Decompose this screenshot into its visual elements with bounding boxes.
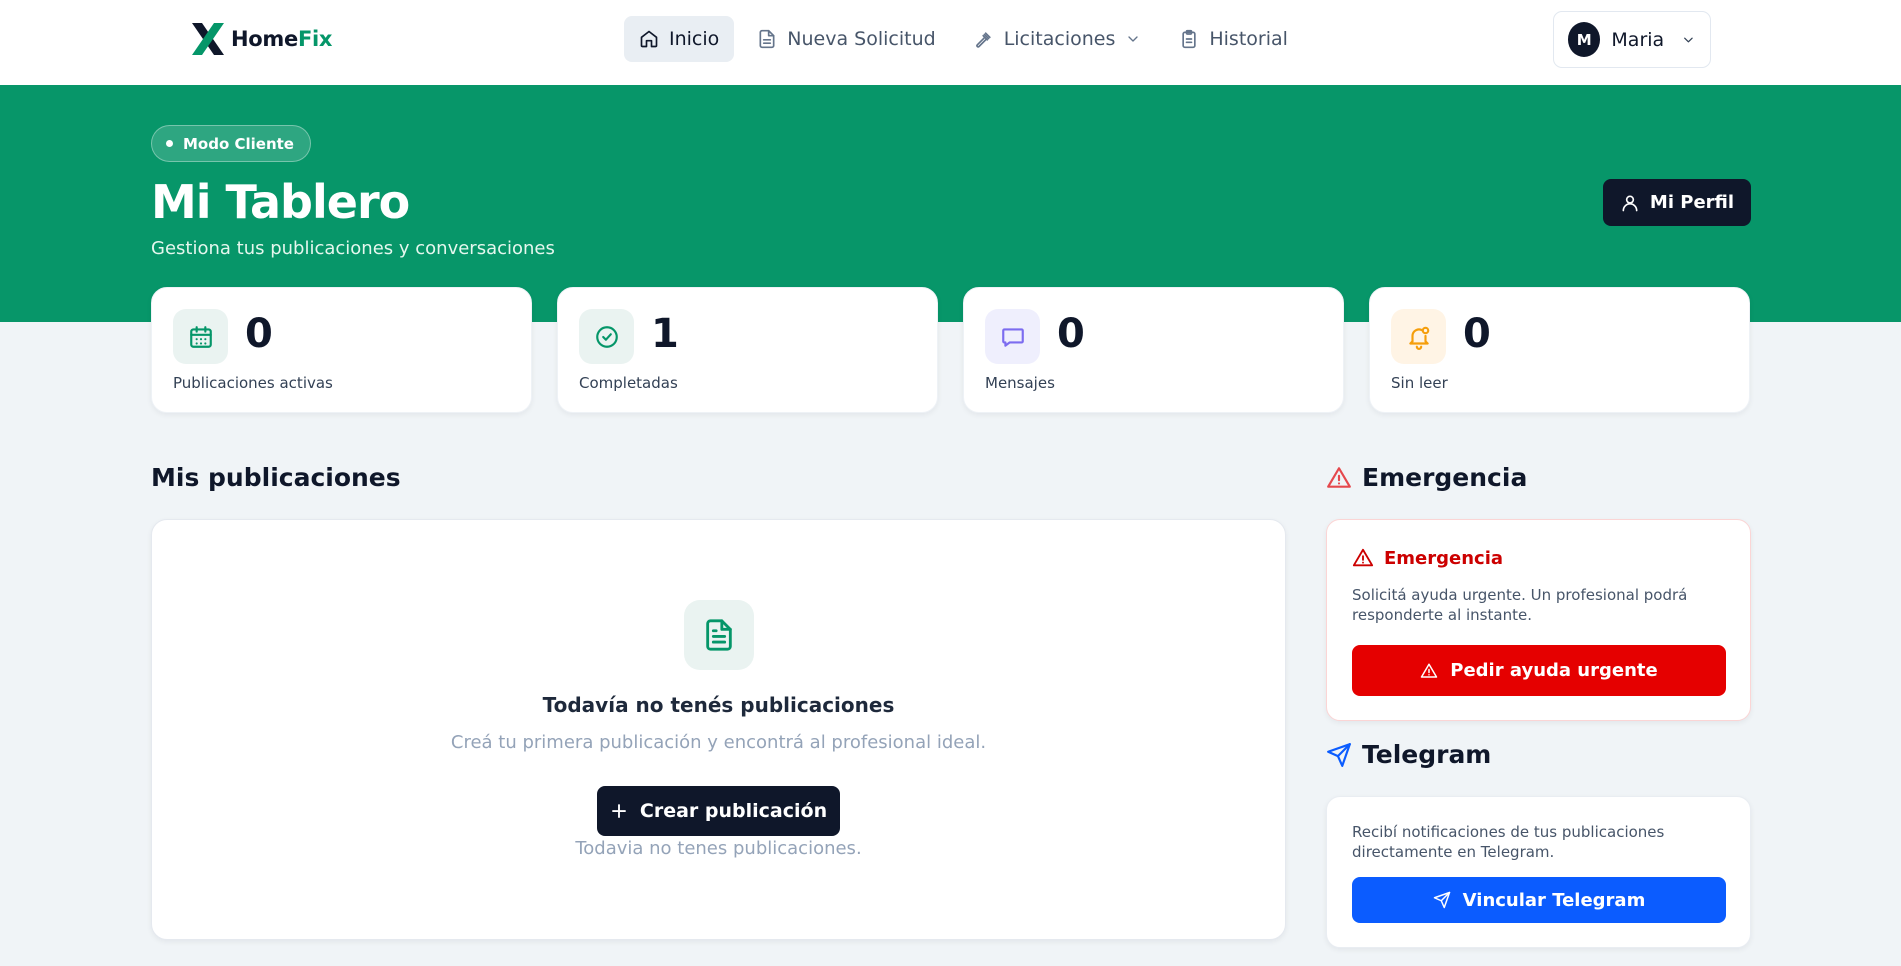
empty-state-note: Todavia no tenes publicaciones. [575,838,862,859]
page-title: Mi Tablero [151,175,410,229]
stat-card-completed: 1 Completadas [557,287,938,413]
avatar: M [1568,22,1601,57]
warning-icon [1352,548,1374,567]
logo-x-icon [192,23,224,55]
user-menu-button[interactable]: M Maria [1553,11,1711,68]
nav-item-inicio[interactable]: Inicio [624,16,735,62]
plus-icon [611,804,626,818]
telegram-section-title: Telegram [1326,740,1491,769]
user-icon [1622,195,1638,211]
main-nav: Inicio Nueva Solicitud Licitaciones Hist… [624,16,1303,62]
homefix-logo[interactable]: HomeFix [189,20,332,58]
bell-icon [1408,326,1429,350]
dot-icon [166,140,173,147]
emergency-section-title: Emergencia [1326,463,1527,492]
empty-state-title: Todavía no tenés publicaciones [542,693,895,717]
emergency-card-header: Emergencia [1352,547,1503,569]
stat-value: 0 [1463,311,1491,357]
brand-name: HomeFix [231,27,333,51]
emergency-card-title: Emergencia [1384,547,1504,569]
publications-section-title: Mis publicaciones [151,463,401,492]
urgent-help-button[interactable]: Pedir ayuda urgente [1352,645,1726,696]
top-navbar: HomeFix Inicio Nueva Solicitud Licitacio… [0,0,1901,85]
stat-icon-box [1391,309,1446,364]
mode-badge-label: Modo Cliente [183,134,294,153]
empty-state-icon-box [684,600,754,670]
warning-icon [1327,466,1351,488]
user-name: Maria [1611,28,1665,51]
nav-item-label: Licitaciones [1003,28,1116,50]
nav-item-label: Nueva Solicitud [787,28,936,50]
send-icon [1433,891,1450,909]
document-icon [706,619,732,651]
telegram-card: Recibí notificaciones de tus publicacion… [1326,796,1751,948]
page-subtitle: Gestiona tus publicaciones y conversacio… [151,238,555,259]
stat-icon-box [985,309,1040,364]
chevron-down-icon [1128,36,1139,42]
emergency-description: Solicitá ayuda urgente. Un profesional p… [1352,586,1688,624]
nav-item-label: Inicio [669,28,720,50]
nav-item-label: Historial [1209,28,1288,50]
nav-item-licitaciones[interactable]: Licitaciones [959,16,1157,62]
stat-icon-box [579,309,634,364]
chevron-down-icon [1684,37,1693,42]
emergency-card: Emergencia Solicitá ayuda urgente. Un pr… [1326,519,1751,721]
stat-value: 1 [651,311,679,357]
create-publication-button[interactable]: Crear publicación [597,786,840,836]
stat-label: Sin leer [1391,374,1448,392]
stat-label: Completadas [579,374,678,392]
send-icon [1327,742,1351,767]
check-circle-icon [595,325,618,348]
stat-card-unread: 0 Sin leer [1369,287,1750,413]
stat-card-messages: 0 Mensajes [963,287,1344,413]
warning-icon [1421,663,1438,678]
stat-value: 0 [245,311,273,357]
document-icon [759,29,775,49]
link-telegram-label: Vincular Telegram [1462,889,1646,911]
stat-label: Mensajes [985,374,1055,392]
urgent-help-label: Pedir ayuda urgente [1450,660,1658,681]
link-telegram-button[interactable]: Vincular Telegram [1352,877,1726,923]
nav-item-historial[interactable]: Historial [1164,16,1303,62]
calendar-icon [189,325,212,348]
clipboard-icon [1182,29,1197,49]
gavel-icon [975,32,991,48]
stat-label: Publicaciones activas [173,374,333,392]
stat-card-active-publications: 0 Publicaciones activas [151,287,532,413]
create-publication-label: Crear publicación [639,800,828,822]
empty-state-subtitle: Creá tu primera publicación y encontrá a… [450,732,987,753]
telegram-description: Recibí notificaciones de tus publicacion… [1352,823,1665,861]
my-profile-label: Mi Perfil [1649,192,1735,213]
stat-value: 0 [1057,311,1085,357]
stat-icon-box [173,309,228,364]
mode-badge: Modo Cliente [151,125,311,162]
message-icon [1001,327,1024,347]
my-profile-button[interactable]: Mi Perfil [1603,179,1751,226]
home-icon [640,30,658,48]
publications-panel: Todavía no tenés publicaciones Creá tu p… [151,519,1286,940]
nav-item-nueva-solicitud[interactable]: Nueva Solicitud [742,16,950,62]
